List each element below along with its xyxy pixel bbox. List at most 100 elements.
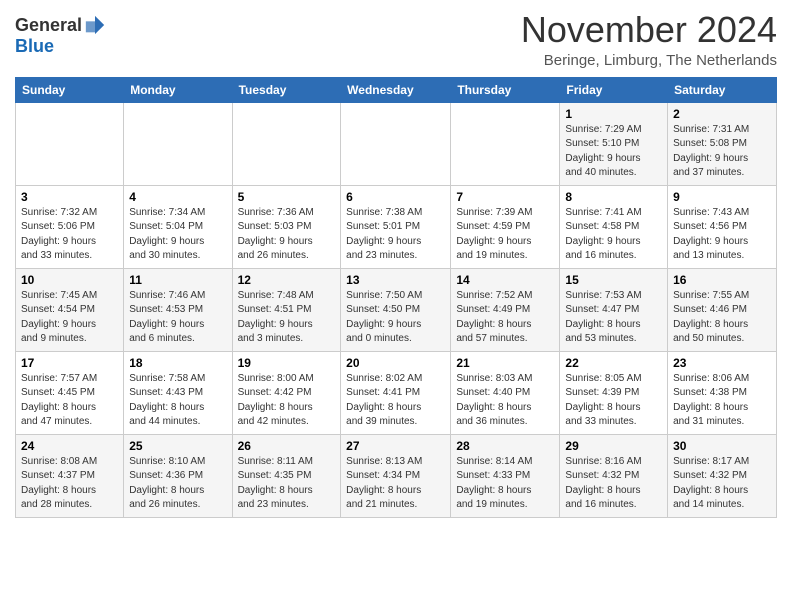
calendar-cell: 30 Sunrise: 8:17 AMSunset: 4:32 PMDayligh…: [668, 434, 777, 517]
day-number: 20: [346, 356, 445, 370]
day-info: Sunrise: 7:32 AMSunset: 5:06 PMDaylight:…: [21, 206, 118, 264]
day-info: Sunrise: 7:46 AMSunset: 4:53 PMDaylight:…: [129, 289, 226, 347]
calendar-cell: [232, 102, 341, 185]
calendar-cell: 7 Sunrise: 7:39 AMSunset: 4:59 PMDaylight…: [451, 185, 560, 268]
day-number: 29: [565, 439, 662, 453]
calendar-cell: [341, 102, 451, 185]
day-number: 1: [565, 107, 662, 121]
calendar-cell: [16, 102, 124, 185]
day-info: Sunrise: 8:08 AMSunset: 4:37 PMDaylight:…: [21, 455, 118, 513]
day-info: Sunrise: 8:17 AMSunset: 4:32 PMDaylight:…: [673, 455, 771, 513]
day-info: Sunrise: 7:48 AMSunset: 4:51 PMDaylight:…: [238, 289, 336, 347]
title-block: November 2024 Beringe, Limburg, The Neth…: [521, 10, 777, 69]
day-info: Sunrise: 8:00 AMSunset: 4:42 PMDaylight:…: [238, 372, 336, 430]
day-number: 25: [129, 439, 226, 453]
day-number: 2: [673, 107, 771, 121]
day-number: 9: [673, 190, 771, 204]
day-info: Sunrise: 7:53 AMSunset: 4:47 PMDaylight:…: [565, 289, 662, 347]
logo-general-text: General: [15, 15, 82, 36]
day-number: 15: [565, 273, 662, 287]
calendar-cell: 4 Sunrise: 7:34 AMSunset: 5:04 PMDaylight…: [124, 185, 232, 268]
calendar-cell: 17 Sunrise: 7:57 AMSunset: 4:45 PMDayligh…: [16, 351, 124, 434]
day-number: 17: [21, 356, 118, 370]
calendar-cell: 15 Sunrise: 7:53 AMSunset: 4:47 PMDayligh…: [560, 268, 668, 351]
calendar-cell: [451, 102, 560, 185]
day-info: Sunrise: 8:13 AMSunset: 4:34 PMDaylight:…: [346, 455, 445, 513]
calendar-cell: 5Sunrise: 7:36 AMSunset: 5:03 PMDaylight…: [232, 185, 341, 268]
weekday-header-monday: Monday: [124, 77, 232, 102]
day-number: 24: [21, 439, 118, 453]
calendar-cell: 23 Sunrise: 8:06 AMSunset: 4:38 PMDayligh…: [668, 351, 777, 434]
day-number: 13: [346, 273, 445, 287]
calendar-cell: 21Sunrise: 8:03 AMSunset: 4:40 PMDayligh…: [451, 351, 560, 434]
weekday-header-friday: Friday: [560, 77, 668, 102]
day-number: 18: [129, 356, 226, 370]
day-info: Sunrise: 7:57 AMSunset: 4:45 PMDaylight:…: [21, 372, 118, 430]
calendar-cell: 10 Sunrise: 7:45 AMSunset: 4:54 PMDayligh…: [16, 268, 124, 351]
day-number: 26: [238, 439, 336, 453]
day-info: Sunrise: 8:11 AMSunset: 4:35 PMDaylight:…: [238, 455, 336, 513]
calendar-week-1: 1 Sunrise: 7:29 AMSunset: 5:10 PMDaylight…: [16, 102, 777, 185]
day-number: 8: [565, 190, 662, 204]
day-number: 27: [346, 439, 445, 453]
logo-icon: [84, 14, 106, 36]
day-info: Sunrise: 7:50 AMSunset: 4:50 PMDaylight:…: [346, 289, 445, 347]
calendar-cell: 26 Sunrise: 8:11 AMSunset: 4:35 PMDayligh…: [232, 434, 341, 517]
day-info: Sunrise: 7:52 AMSunset: 4:49 PMDaylight:…: [456, 289, 554, 347]
month-title: November 2024: [521, 10, 777, 50]
logo: General Blue: [15, 14, 106, 57]
calendar-cell: 29 Sunrise: 8:16 AMSunset: 4:32 PMDayligh…: [560, 434, 668, 517]
calendar-cell: 13 Sunrise: 7:50 AMSunset: 4:50 PMDayligh…: [341, 268, 451, 351]
day-info: Sunrise: 8:02 AMSunset: 4:41 PMDaylight:…: [346, 372, 445, 430]
day-number: 6: [346, 190, 445, 204]
calendar-cell: 8 Sunrise: 7:41 AMSunset: 4:58 PMDaylight…: [560, 185, 668, 268]
day-number: 16: [673, 273, 771, 287]
day-number: 23: [673, 356, 771, 370]
logo-blue-text: Blue: [15, 36, 54, 57]
weekday-header-thursday: Thursday: [451, 77, 560, 102]
calendar-cell: 28Sunrise: 8:14 AMSunset: 4:33 PMDayligh…: [451, 434, 560, 517]
day-info: Sunrise: 8:03 AMSunset: 4:40 PMDaylight:…: [456, 372, 554, 430]
calendar-cell: 2 Sunrise: 7:31 AMSunset: 5:08 PMDaylight…: [668, 102, 777, 185]
day-info: Sunrise: 7:36 AMSunset: 5:03 PMDaylight:…: [238, 206, 336, 264]
calendar-week-5: 24 Sunrise: 8:08 AMSunset: 4:37 PMDayligh…: [16, 434, 777, 517]
day-info: Sunrise: 7:55 AMSunset: 4:46 PMDaylight:…: [673, 289, 771, 347]
day-number: 7: [456, 190, 554, 204]
calendar-cell: 12Sunrise: 7:48 AMSunset: 4:51 PMDayligh…: [232, 268, 341, 351]
calendar-week-2: 3 Sunrise: 7:32 AMSunset: 5:06 PMDaylight…: [16, 185, 777, 268]
calendar-cell: 16 Sunrise: 7:55 AMSunset: 4:46 PMDayligh…: [668, 268, 777, 351]
calendar-cell: 22Sunrise: 8:05 AMSunset: 4:39 PMDayligh…: [560, 351, 668, 434]
calendar-cell: 20 Sunrise: 8:02 AMSunset: 4:41 PMDayligh…: [341, 351, 451, 434]
page-header: General Blue November 2024 Beringe, Limb…: [15, 10, 777, 69]
day-number: 10: [21, 273, 118, 287]
day-number: 30: [673, 439, 771, 453]
calendar-cell: 18Sunrise: 7:58 AMSunset: 4:43 PMDayligh…: [124, 351, 232, 434]
day-info: Sunrise: 7:41 AMSunset: 4:58 PMDaylight:…: [565, 206, 662, 264]
day-number: 4: [129, 190, 226, 204]
calendar-cell: 3 Sunrise: 7:32 AMSunset: 5:06 PMDaylight…: [16, 185, 124, 268]
day-info: Sunrise: 8:14 AMSunset: 4:33 PMDaylight:…: [456, 455, 554, 513]
day-number: 11: [129, 273, 226, 287]
day-number: 3: [21, 190, 118, 204]
calendar-cell: 27 Sunrise: 8:13 AMSunset: 4:34 PMDayligh…: [341, 434, 451, 517]
day-info: Sunrise: 7:31 AMSunset: 5:08 PMDaylight:…: [673, 123, 771, 181]
calendar-cell: 11 Sunrise: 7:46 AMSunset: 4:53 PMDayligh…: [124, 268, 232, 351]
location-subtitle: Beringe, Limburg, The Netherlands: [521, 52, 777, 69]
day-info: Sunrise: 7:45 AMSunset: 4:54 PMDaylight:…: [21, 289, 118, 347]
calendar-header-row: SundayMondayTuesdayWednesdayThursdayFrid…: [16, 77, 777, 102]
calendar-cell: 6 Sunrise: 7:38 AMSunset: 5:01 PMDaylight…: [341, 185, 451, 268]
calendar-cell: 9Sunrise: 7:43 AMSunset: 4:56 PMDaylight…: [668, 185, 777, 268]
day-info: Sunrise: 7:34 AMSunset: 5:04 PMDaylight:…: [129, 206, 226, 264]
weekday-header-saturday: Saturday: [668, 77, 777, 102]
day-number: 19: [238, 356, 336, 370]
day-info: Sunrise: 8:16 AMSunset: 4:32 PMDaylight:…: [565, 455, 662, 513]
calendar-cell: 1 Sunrise: 7:29 AMSunset: 5:10 PMDaylight…: [560, 102, 668, 185]
calendar-cell: 24 Sunrise: 8:08 AMSunset: 4:37 PMDayligh…: [16, 434, 124, 517]
day-info: Sunrise: 7:29 AMSunset: 5:10 PMDaylight:…: [565, 123, 662, 181]
day-info: Sunrise: 7:38 AMSunset: 5:01 PMDaylight:…: [346, 206, 445, 264]
day-number: 14: [456, 273, 554, 287]
day-info: Sunrise: 7:39 AMSunset: 4:59 PMDaylight:…: [456, 206, 554, 264]
day-info: Sunrise: 8:06 AMSunset: 4:38 PMDaylight:…: [673, 372, 771, 430]
calendar-week-3: 10 Sunrise: 7:45 AMSunset: 4:54 PMDayligh…: [16, 268, 777, 351]
day-number: 22: [565, 356, 662, 370]
